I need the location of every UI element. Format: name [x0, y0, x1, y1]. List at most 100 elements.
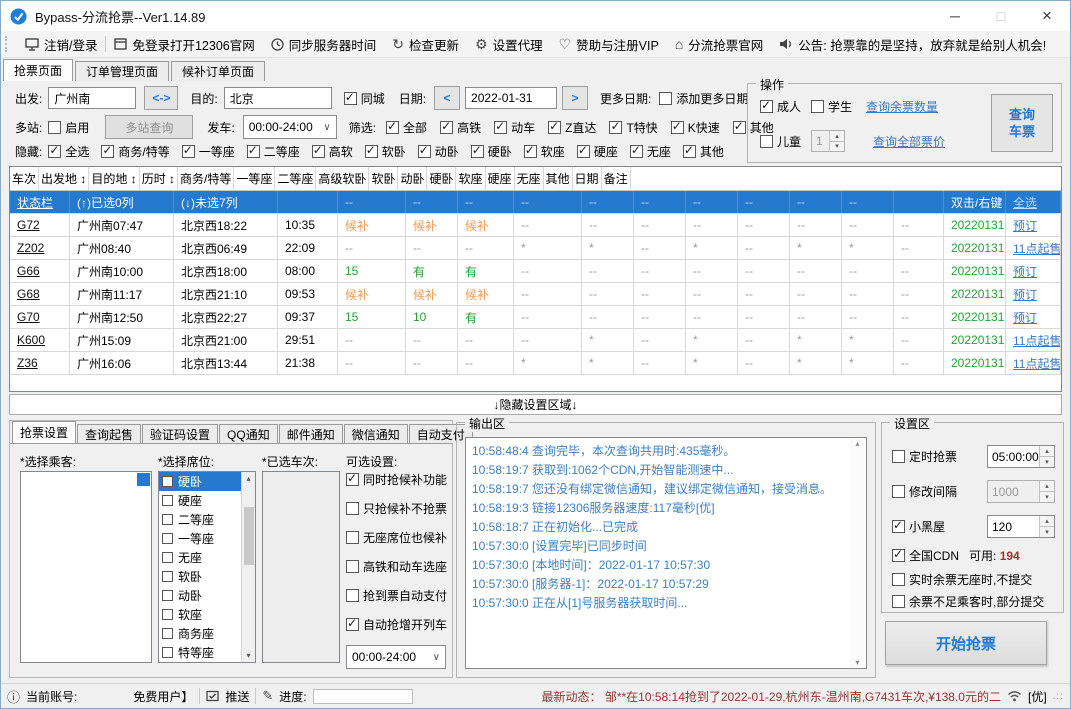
interval-checkbox[interactable]: 修改间隔 [892, 483, 957, 500]
seat-option[interactable]: 硬座 [159, 491, 241, 510]
blacklist-stepper[interactable]: 120 ▴ ▾ [987, 515, 1055, 538]
cell-value[interactable]: G66 [17, 264, 40, 278]
query-tickets-button[interactable]: 查询 车票 [991, 94, 1053, 152]
spin-down-icon[interactable]: ▾ [830, 141, 845, 151]
hide-column-checkbox[interactable]: 软卧 [364, 143, 406, 160]
child-checkbox[interactable]: 儿童 [760, 133, 801, 150]
sync-server-time-button[interactable]: 同步服务器时间 [263, 32, 385, 56]
spin-down-icon[interactable]: ▾ [1040, 492, 1054, 502]
spin-up-icon[interactable]: ▴ [1040, 481, 1054, 492]
child-count-stepper[interactable]: 1 ▴ ▾ [811, 130, 846, 152]
scroll-thumb[interactable] [243, 507, 254, 565]
option-checkbox[interactable]: 只抢候补不抢票 [346, 500, 450, 517]
book-link[interactable]: 预订 [1013, 263, 1037, 280]
official-site-button[interactable]: ⌂ 分流抢票官网 [667, 32, 771, 56]
partial-submit-checkbox[interactable]: 余票不足乘客时,部分提交 [892, 593, 1044, 610]
main-tab[interactable]: 抢票页面 [3, 59, 74, 81]
stepper-arrows[interactable]: ▴ ▾ [1039, 446, 1054, 467]
cdn-checkbox[interactable]: 全国CDN [892, 547, 959, 564]
scroll-up-icon[interactable]: ▴ [246, 474, 250, 483]
book-link[interactable]: 11点起售 [1013, 332, 1060, 349]
close-button[interactable]: × [1024, 1, 1070, 31]
remark-cell[interactable]: 11点起售 [1006, 329, 1061, 351]
hide-settings-bar[interactable]: ↓隐藏设置区域↓ [9, 394, 1062, 415]
blacklist-checkbox[interactable]: 小黑屋 [892, 518, 945, 535]
table-row[interactable]: Z202 广州08:40 北京西06:49 22:09 -- -- -- * * -- * -- * * -… [10, 237, 1061, 260]
option-checkbox[interactable]: 无座席位也候补 [346, 529, 450, 546]
table-row[interactable]: 状态栏 (↑)已选0列 (↓)未选7列 -- -- -- -- -- -- -- -- -- -- 双击/… [10, 191, 1061, 214]
column-header[interactable]: 备注 [602, 167, 631, 190]
spin-down-icon[interactable]: ▾ [1040, 457, 1054, 467]
passenger-listbox[interactable] [20, 471, 152, 663]
column-header[interactable]: 历时 ↕ [140, 167, 179, 190]
depart-time-select[interactable]: 00:00-24:00 ∨ [242, 115, 337, 139]
train-number-cell[interactable]: G70 [10, 306, 70, 328]
table-row[interactable]: G72 广州南07:47 北京西18:22 10:35 候补 候补 候补 -- -- -- -- --… [10, 214, 1061, 237]
sponsor-vip-button[interactable]: ♡ 赞助与注册VIP [551, 32, 667, 56]
option-checkbox[interactable]: 自动抢增开列车 [346, 616, 450, 633]
hide-column-checkbox[interactable]: 硬卧 [470, 143, 512, 160]
cell-value[interactable]: 状态栏 [17, 194, 53, 211]
spin-up-icon[interactable]: ▴ [1040, 516, 1054, 527]
seat-listbox[interactable]: 硬卧 硬座 二等座 一等座 无座 软卧 动卧 软座 商务座 特等座 ▴ ▾ [158, 471, 256, 663]
date-input[interactable]: 2022-01-31 [465, 87, 558, 109]
table-row[interactable]: G66 广州南10:00 北京西18:00 08:00 15 有 有 -- -- -- -- -- --… [10, 260, 1061, 283]
train-number-cell[interactable]: Z36 [10, 352, 70, 374]
scroll-down-icon[interactable]: ▾ [855, 658, 859, 667]
book-link[interactable]: 预订 [1013, 217, 1037, 234]
hide-column-checkbox[interactable]: 硬座 [576, 143, 618, 160]
book-link[interactable]: 11点起售 [1013, 240, 1060, 257]
no-seat-skip-checkbox[interactable]: 实时余票无座时,不提交 [892, 571, 1032, 588]
column-header[interactable]: 无座 [515, 167, 544, 190]
grab-time-range-select[interactable]: 00:00-24:00 ∨ [346, 645, 446, 669]
stepper-arrows[interactable]: ▴ ▾ [829, 131, 845, 151]
column-header[interactable]: 高级软卧 [316, 167, 370, 190]
main-tab[interactable]: 订单管理页面 [75, 61, 170, 81]
table-row[interactable]: G70 广州南12:50 北京西22:27 09:37 15 10 有 -- -- -- -- -- -… [10, 306, 1061, 329]
cell-value[interactable]: K600 [17, 333, 45, 347]
remark-cell[interactable]: 预订 [1006, 306, 1061, 328]
column-header[interactable]: 出发地 ↕ [39, 167, 90, 190]
remark-cell[interactable]: 预订 [1006, 214, 1061, 236]
hide-column-checkbox[interactable]: 全选 [48, 143, 89, 160]
open-12306-button[interactable]: 免登录打开12306官网 [106, 32, 262, 56]
column-header[interactable]: 动卧 [398, 167, 428, 190]
option-checkbox[interactable]: 抢到票自动支付 [346, 587, 450, 604]
remark-cell[interactable]: 预订 [1006, 260, 1061, 282]
remark-cell[interactable]: 11点起售 [1006, 237, 1061, 259]
train-type-checkbox[interactable]: 高铁 [440, 119, 481, 136]
query-prices-link[interactable]: 查询全部票价 [873, 133, 945, 150]
column-header[interactable]: 软座 [456, 167, 486, 190]
train-number-cell[interactable]: Z202 [10, 237, 70, 259]
seat-option[interactable]: 硬卧 [159, 472, 241, 491]
train-type-checkbox[interactable]: T特快 [609, 119, 658, 136]
multi-enable-checkbox[interactable]: 启用 [48, 119, 89, 136]
hide-column-checkbox[interactable]: 其他 [682, 143, 724, 160]
check-update-button[interactable]: ↻ 检查更新 [384, 32, 467, 56]
seat-scrollbar[interactable]: ▴ ▾ [241, 472, 255, 662]
settings-tab[interactable]: 微信通知 [343, 424, 408, 443]
seat-option[interactable]: 软卧 [159, 567, 241, 586]
minimize-button[interactable]: ─ [932, 1, 978, 31]
seat-option[interactable]: 无座 [159, 548, 241, 567]
train-number-cell[interactable]: 状态栏 [10, 191, 70, 213]
spin-down-icon[interactable]: ▾ [1040, 527, 1054, 537]
remark-cell[interactable]: 预订 [1006, 283, 1061, 305]
seat-option[interactable]: 二等座 [159, 510, 241, 529]
multi-query-button[interactable]: 多站查询 [105, 115, 194, 139]
column-header[interactable]: 商务/特等 [178, 167, 235, 190]
option-checkbox[interactable]: 高铁和动车选座 [346, 558, 450, 575]
adult-checkbox[interactable]: 成人 [760, 98, 801, 115]
train-number-cell[interactable]: G72 [10, 214, 70, 236]
prev-date-button[interactable]: < [434, 86, 461, 110]
output-log[interactable]: 10:58:48:4 查询完毕，本次查询共用时:435毫秒。 10:58:19:7… [465, 437, 867, 669]
train-type-checkbox[interactable]: Z直达 [548, 119, 596, 136]
log-scrollbar[interactable]: ▴ ▾ [850, 439, 865, 667]
depart-input[interactable]: 广州南 [48, 87, 137, 109]
column-header[interactable]: 车次 [10, 167, 40, 190]
timed-grab-checkbox[interactable]: 定时抢票 [892, 448, 957, 465]
column-header[interactable]: 软卧 [369, 167, 399, 190]
main-tab[interactable]: 候补订单页面 [171, 61, 266, 81]
cell-value[interactable]: G72 [17, 218, 40, 232]
train-number-cell[interactable]: G66 [10, 260, 70, 282]
